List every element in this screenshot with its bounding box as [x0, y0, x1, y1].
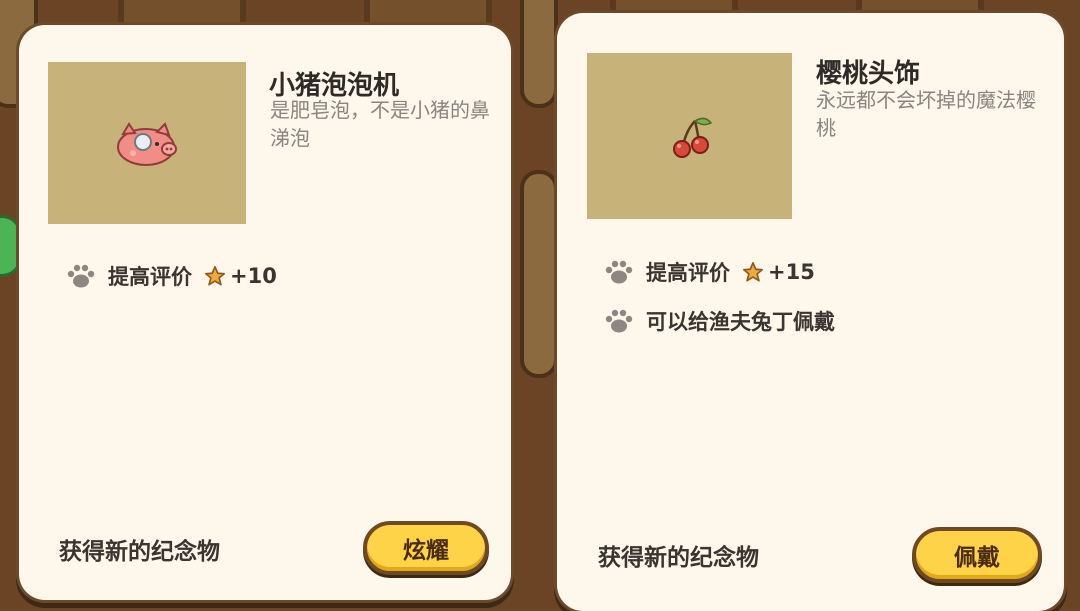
perk-rating: 提高评价 +15 — [605, 257, 815, 287]
item-thumbnail — [48, 62, 246, 224]
background-slot — [520, 0, 558, 108]
cherry-icon — [673, 117, 713, 158]
perk-bonus: +10 — [230, 264, 277, 288]
star-icon — [205, 266, 225, 286]
item-description: 是肥皂泡，不是小猪的鼻涕泡 — [270, 98, 490, 150]
souvenir-card-pig-bubble: 小猪泡泡机 是肥皂泡，不是小猪的鼻涕泡 提高评价 +10 获得新的纪念物 炫耀 — [19, 25, 511, 600]
pig-bubble-icon — [117, 122, 177, 166]
paw-icon — [605, 309, 633, 333]
item-thumbnail — [587, 53, 792, 219]
perk-label: 可以给渔夫兔丁佩戴 — [646, 310, 835, 334]
show-off-button[interactable]: 炫耀 — [363, 521, 489, 575]
paw-icon — [67, 264, 95, 288]
wear-button[interactable]: 佩戴 — [912, 527, 1042, 583]
star-icon — [743, 262, 763, 282]
item-description: 永远都不会坏掉的魔法樱桃 — [816, 88, 1036, 140]
perk-rating: 提高评价 +10 — [67, 261, 277, 291]
perk-label: 提高评价 — [108, 265, 192, 289]
item-title: 樱桃头饰 — [816, 59, 921, 89]
perk-bonus: +15 — [768, 260, 815, 284]
footer-status: 获得新的纪念物 — [59, 539, 220, 565]
perk-wearable: 可以给渔夫兔丁佩戴 — [605, 306, 835, 336]
footer-status: 获得新的纪念物 — [598, 545, 759, 571]
paw-icon — [605, 260, 633, 284]
souvenir-card-cherry: 樱桃头饰 永远都不会坏掉的魔法樱桃 提高评价 +15 可以给渔夫兔丁佩戴 获得新… — [557, 13, 1064, 611]
background-slot — [520, 170, 558, 378]
perk-label: 提高评价 — [646, 261, 730, 285]
